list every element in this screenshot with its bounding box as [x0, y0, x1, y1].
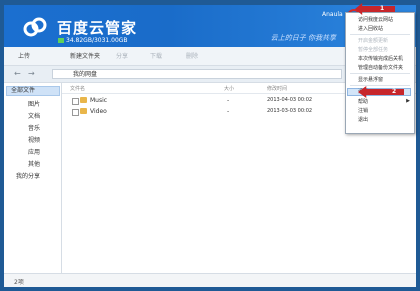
- menu-item-exit[interactable]: 退出: [358, 116, 368, 123]
- row-checkbox[interactable]: [72, 109, 79, 116]
- slogan: 云上的日子 你我共享: [270, 34, 336, 42]
- menu-separator: [350, 73, 410, 74]
- share-button[interactable]: 分享: [116, 51, 128, 60]
- annotation-badge-1: 1: [380, 5, 385, 12]
- menu-item-help[interactable]: 帮助: [358, 98, 368, 105]
- path-field[interactable]: 我的网盘: [52, 69, 342, 79]
- menu-item-backup[interactable]: 管理自动备份文件夹: [358, 64, 403, 71]
- file-time: 2013-03-03 00:02: [267, 108, 313, 114]
- back-icon[interactable]: ←: [14, 69, 24, 79]
- menu-separator: [350, 34, 410, 35]
- forward-icon[interactable]: →: [28, 69, 38, 79]
- folder-icon: [80, 97, 87, 103]
- delete-button[interactable]: 删除: [186, 51, 198, 60]
- file-name: Video: [90, 108, 107, 115]
- menu-item-website[interactable]: 访问我度云网站: [358, 16, 393, 23]
- main-menu: 访问我度云网站 进入回收站 开启金额更新 暂停全部任务 本次传输完成后关机 管理…: [345, 12, 415, 134]
- quota-bar: [58, 38, 64, 43]
- col-size[interactable]: 大小: [224, 85, 234, 92]
- sidebar-item-docs[interactable]: 文档: [28, 111, 40, 120]
- sidebar-item-other[interactable]: 其他: [28, 159, 40, 168]
- sidebar-item-all[interactable]: 全部文件: [6, 86, 60, 96]
- col-time[interactable]: 修改时间: [267, 85, 287, 92]
- col-name[interactable]: 文件名: [70, 85, 85, 92]
- file-size: -: [227, 108, 230, 115]
- app-window: 百度云管家 34.82GB/3031.00GB 云上的日子 你我共享 Anaul…: [0, 0, 420, 291]
- menu-item-logout[interactable]: 注销: [358, 107, 368, 114]
- sidebar-item-video[interactable]: 视频: [28, 135, 40, 144]
- menu-item-shutdown[interactable]: 本次传输完成后关机: [358, 55, 403, 62]
- menu-item-pause-all[interactable]: 暂停全部任务: [358, 46, 388, 53]
- menu-item-recycle[interactable]: 进入回收站: [358, 25, 383, 32]
- submenu-arrow-icon: ▶: [406, 98, 410, 104]
- sidebar-item-music[interactable]: 音乐: [28, 123, 40, 132]
- sidebar-item-apps[interactable]: 应用: [28, 147, 40, 156]
- user-name[interactable]: Anaula: [322, 11, 343, 18]
- cloud-logo-icon: [23, 17, 47, 37]
- file-size: -: [227, 97, 230, 104]
- menu-item-float[interactable]: 显示悬浮窗: [358, 76, 383, 83]
- folder-icon: [80, 108, 87, 114]
- sidebar-item-images[interactable]: 图片: [28, 99, 40, 108]
- download-button[interactable]: 下载: [150, 51, 162, 60]
- sidebar-item-my-share[interactable]: 我的分享: [16, 171, 40, 180]
- row-checkbox[interactable]: [72, 98, 79, 105]
- status-bar: 2项: [4, 273, 416, 287]
- annotation-badge-2: 2: [392, 88, 397, 95]
- file-time: 2013-04-03 00:02: [267, 97, 313, 103]
- menu-separator: [350, 85, 410, 86]
- status-text: 2项: [14, 279, 24, 286]
- app-brand: 百度云管家: [57, 19, 138, 37]
- file-name: Music: [90, 97, 108, 104]
- upload-button[interactable]: 上传: [18, 51, 30, 60]
- quota-text: 34.82GB/3031.00GB: [58, 37, 128, 44]
- new-folder-button[interactable]: 新建文件夹: [70, 51, 100, 60]
- sidebar: 全部文件 图片 文档 音乐 视频 应用 其他 我的分享: [4, 83, 62, 273]
- menu-item-update[interactable]: 开启金额更新: [358, 37, 388, 44]
